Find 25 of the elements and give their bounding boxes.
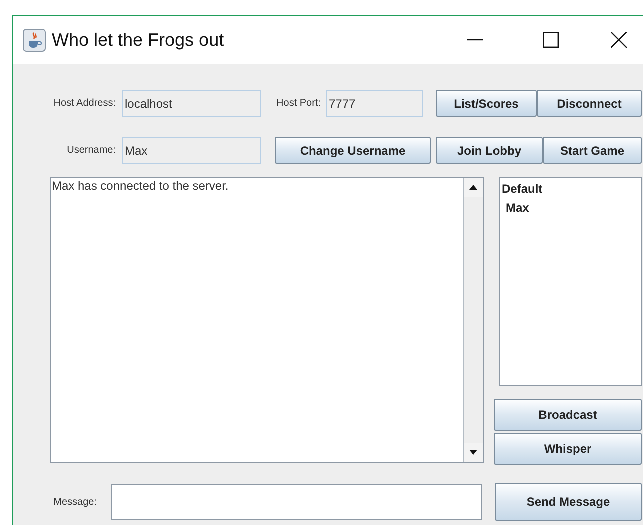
username-field[interactable]: Max bbox=[122, 137, 261, 164]
host-port-field[interactable]: 7777 bbox=[326, 90, 423, 117]
scroll-up-icon[interactable] bbox=[464, 178, 483, 197]
field-label: Message: bbox=[52, 496, 97, 508]
field-label: Host Address: bbox=[52, 98, 116, 109]
list-item[interactable]: Default bbox=[501, 180, 543, 199]
send-mode-button[interactable]: Broadcast bbox=[494, 399, 642, 431]
host-address-field[interactable]: localhost bbox=[122, 90, 261, 117]
window-title: Who let the Frogs out bbox=[52, 30, 224, 50]
close-icon[interactable] bbox=[611, 32, 627, 48]
maximize-icon[interactable] bbox=[543, 32, 559, 48]
toolbar-button[interactable]: List/Scores bbox=[436, 90, 537, 117]
send-mode-button[interactable]: Whisper bbox=[494, 433, 642, 465]
toolbar-button[interactable]: Join Lobby bbox=[436, 137, 543, 164]
list-item[interactable]: Max bbox=[501, 199, 530, 218]
toolbar-button[interactable]: Start Game bbox=[543, 137, 642, 164]
field-label: Host Port: bbox=[276, 98, 321, 109]
send-message-button[interactable]: Send Message bbox=[495, 483, 642, 521]
scroll-down-icon[interactable] bbox=[464, 443, 483, 462]
message-field[interactable] bbox=[111, 484, 482, 520]
change-username-button[interactable]: Change Username bbox=[275, 137, 431, 164]
app-icon bbox=[23, 28, 46, 52]
toolbar-button[interactable]: Disconnect bbox=[537, 90, 642, 117]
field-label: Username: bbox=[66, 145, 116, 156]
chat-message: Max has connected to the server. bbox=[52, 179, 230, 193]
